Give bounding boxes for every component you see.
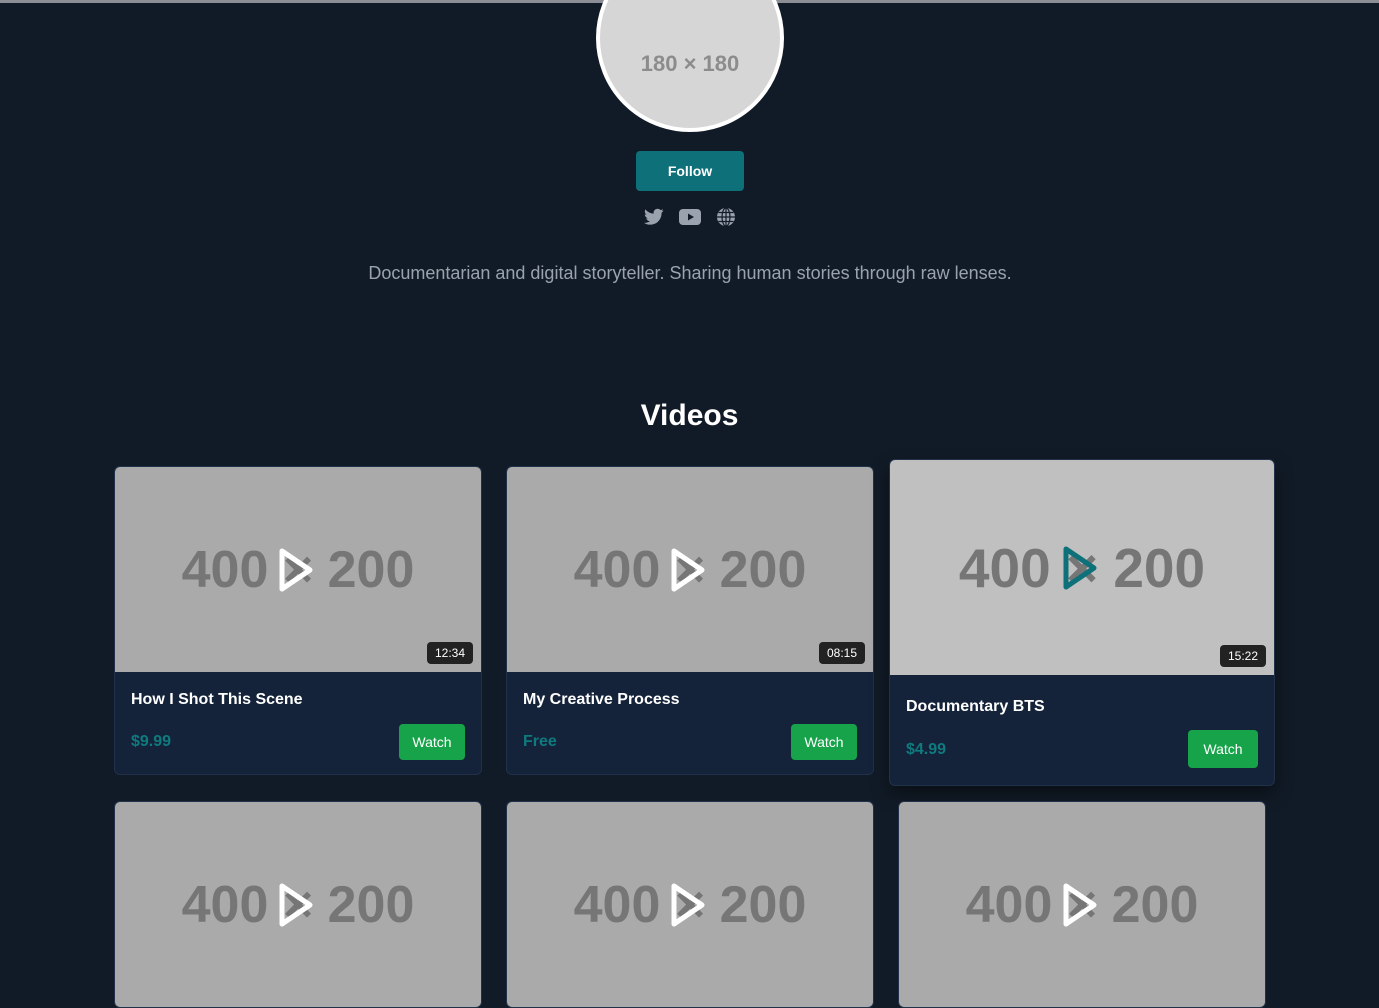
avatar-placeholder-text: 180 × 180	[640, 51, 740, 76]
video-price: Free	[523, 733, 557, 750]
watch-button[interactable]: Watch	[399, 724, 465, 760]
video-title: My Creative Process	[523, 691, 680, 708]
video-duration: 15:22	[1219, 645, 1266, 667]
video-thumbnail[interactable]: 400 × 200	[507, 802, 873, 1007]
video-card[interactable]: 400 × 200 08:15 My Creative Process Free…	[506, 466, 874, 775]
play-icon	[1063, 883, 1097, 926]
video-card[interactable]: 400 × 200	[898, 801, 1266, 1008]
videos-section-title: Videos	[640, 399, 739, 432]
play-icon	[671, 548, 705, 591]
watch-button[interactable]: Watch	[791, 724, 857, 760]
play-icon	[279, 883, 313, 926]
video-card[interactable]: 400 × 200	[114, 801, 482, 1008]
youtube-icon[interactable]	[679, 206, 701, 228]
twitter-icon[interactable]	[643, 206, 665, 228]
video-card[interactable]: 400 × 200 12:34 How I Shot This Scene $9…	[114, 466, 482, 775]
play-icon	[671, 883, 705, 926]
follow-button[interactable]: Follow	[636, 151, 744, 191]
play-icon	[1063, 546, 1097, 589]
profile-bio: Documentarian and digital storyteller. S…	[368, 263, 1012, 283]
video-card-body: How I Shot This Scene $9.99 Watch	[115, 672, 481, 774]
video-thumbnail[interactable]: 400 × 200 15:22	[890, 460, 1274, 675]
video-card[interactable]: 400 × 200 15:22 Documentary BTS $4.99 Wa…	[889, 459, 1275, 786]
video-thumbnail[interactable]: 400 × 200 08:15	[507, 467, 873, 672]
avatar: 180 × 180	[596, 0, 784, 132]
video-card-body: Documentary BTS $4.99 Watch	[890, 675, 1274, 785]
video-card[interactable]: 400 × 200	[506, 801, 874, 1008]
video-title: How I Shot This Scene	[131, 691, 303, 708]
video-duration: 12:34	[426, 642, 473, 664]
video-thumbnail[interactable]: 400 × 200 12:34	[115, 467, 481, 672]
globe-icon[interactable]	[715, 206, 737, 228]
video-title: Documentary BTS	[906, 698, 1045, 715]
video-price: $4.99	[906, 741, 947, 758]
watch-button[interactable]: Watch	[1188, 730, 1258, 768]
video-price: $9.99	[131, 733, 172, 750]
video-duration: 08:15	[818, 642, 865, 664]
play-icon	[279, 548, 313, 591]
social-links	[643, 206, 739, 228]
video-thumbnail[interactable]: 400 × 200	[115, 802, 481, 1007]
video-card-body: My Creative Process Free Watch	[507, 672, 873, 774]
video-thumbnail[interactable]: 400 × 200	[899, 802, 1265, 1007]
